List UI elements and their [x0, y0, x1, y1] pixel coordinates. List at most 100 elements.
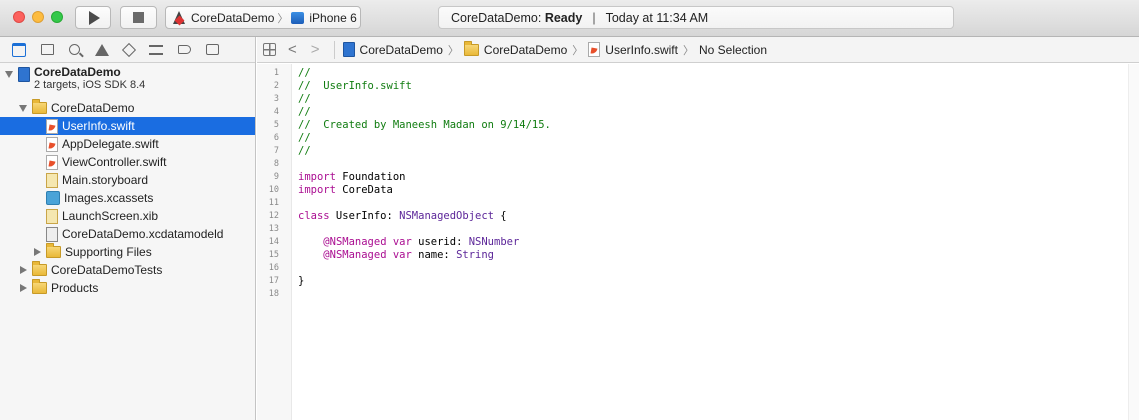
play-icon — [89, 10, 100, 25]
warning-icon[interactable] — [95, 43, 109, 56]
tree-item-label: Products — [51, 281, 99, 295]
jump-bar-divider — [333, 40, 335, 59]
disclosure-closed-icon[interactable] — [18, 283, 28, 293]
code-line[interactable]: // — [298, 106, 311, 119]
stop-icon — [133, 12, 144, 23]
breadcrumb-item[interactable]: CoreDataDemo — [463, 40, 567, 57]
code-line[interactable]: // — [298, 132, 311, 145]
breadcrumb-item[interactable]: UserInfo.swift — [588, 42, 678, 57]
device-name[interactable]: iPhone 6 — [309, 11, 356, 25]
code-token: { — [493, 210, 507, 222]
code-line[interactable]: // Created by Maneesh Madan on 9/14/15. — [298, 119, 551, 132]
breadcrumb-label: UserInfo.swift — [605, 42, 678, 57]
tree-item-label: UserInfo.swift — [62, 119, 135, 133]
zoom-window-button[interactable] — [51, 11, 63, 23]
code-line[interactable]: @NSManaged var name: String — [298, 249, 494, 262]
code-line[interactable]: @NSManaged var userid: NSNumber — [298, 236, 519, 249]
tree-item-label: LaunchScreen.xib — [62, 209, 159, 223]
line-number: 18 — [268, 289, 279, 299]
disclosure-open-icon[interactable] — [4, 69, 14, 79]
tree-item[interactable]: CoreDataDemo — [0, 99, 255, 117]
debug-icon[interactable] — [149, 44, 163, 55]
tree-item-label: CoreDataDemo — [51, 101, 135, 115]
code-token: // — [298, 106, 311, 118]
tree-items: CoreDataDemo UserInfo.swift AppDelegate.sw… — [0, 99, 255, 297]
minimize-window-button[interactable] — [32, 11, 44, 23]
folder-icon — [32, 261, 47, 276]
tree-item-label: CoreDataDemoTests — [51, 263, 163, 277]
tree-item[interactable]: Products — [0, 279, 255, 297]
related-items-icon[interactable] — [263, 43, 276, 56]
tree-item[interactable]: Images.xcassets — [0, 189, 255, 207]
code-token: var — [392, 249, 412, 261]
line-number: 1 — [273, 68, 279, 78]
tree-item[interactable]: ViewController.swift — [0, 153, 255, 171]
back-arrow-icon[interactable]: < — [288, 42, 297, 57]
close-window-button[interactable] — [13, 11, 25, 23]
swift-file-icon — [46, 136, 58, 152]
line-number: 14 — [268, 237, 279, 247]
code-token: NSNumber — [468, 236, 520, 248]
tree-item[interactable]: LaunchScreen.xib — [0, 207, 255, 225]
breakpoint-icon[interactable] — [178, 45, 191, 54]
file-tree: CoreDataDemo 2 targets, iOS SDK 8.4 Core… — [0, 63, 255, 297]
search-icon[interactable] — [69, 44, 80, 55]
tree-item-label: ViewController.swift — [62, 155, 167, 169]
run-button[interactable] — [75, 6, 111, 29]
breadcrumb-item[interactable]: No Selection — [699, 43, 767, 57]
disclosure-open-icon[interactable] — [18, 103, 28, 113]
tree-item-label: Supporting Files — [65, 245, 152, 259]
window-toolbar: CoreDataDemo 〉 iPhone 6 CoreDataDemo: Re… — [0, 0, 1139, 37]
line-number: 17 — [268, 276, 279, 286]
tree-item-label: Images.xcassets — [64, 191, 154, 205]
tree-item[interactable]: CoreDataDemoTests — [0, 261, 255, 279]
folder-icon[interactable] — [12, 42, 26, 57]
breadcrumb-item[interactable]: CoreDataDemo — [342, 42, 443, 57]
line-number: 10 — [268, 185, 279, 195]
chevron-right-icon: 〉 — [572, 44, 584, 57]
line-number: 5 — [273, 120, 279, 130]
swift-file-icon — [46, 118, 58, 134]
code-line[interactable]: // — [298, 145, 311, 158]
code-token: UserInfo: — [329, 210, 400, 222]
disclosure-closed-icon[interactable] — [32, 247, 42, 257]
forward-arrow-icon[interactable]: > — [311, 42, 320, 57]
tree-item[interactable]: Main.storyboard — [0, 171, 255, 189]
code-line[interactable]: import Foundation — [298, 171, 405, 184]
code-line[interactable]: // — [298, 93, 311, 106]
breadcrumb-label: CoreDataDemo — [359, 42, 443, 57]
code-token: class — [298, 210, 330, 222]
test-icon[interactable] — [121, 42, 137, 57]
code-line[interactable]: } — [298, 275, 304, 288]
xib-file-icon — [46, 208, 58, 224]
source-editor[interactable]: 1 2 3 4 5 6 7 8 9 10 11 12 13 14 15 16 17 18 //// UserInf… — [257, 64, 1139, 420]
code-token: import — [298, 184, 336, 196]
tree-item-label: CoreDataDemo.xcdatamodeld — [62, 227, 224, 241]
tree-item[interactable]: Supporting Files — [0, 243, 255, 261]
code-line[interactable]: class UserInfo: NSManagedObject { — [298, 210, 507, 223]
code-token: // — [298, 145, 311, 157]
line-number: 9 — [273, 172, 279, 182]
project-row[interactable]: CoreDataDemo 2 targets, iOS SDK 8.4 — [0, 63, 255, 99]
hierarchy-icon[interactable] — [41, 44, 54, 55]
code-line[interactable]: // UserInfo.swift — [298, 80, 412, 93]
tree-item[interactable]: CoreDataDemo.xcdatamodeld — [0, 225, 255, 243]
code-line[interactable]: import CoreData — [298, 184, 393, 197]
project-navigator: CoreDataDemo 2 targets, iOS SDK 8.4 Core… — [0, 37, 256, 420]
code-token: // — [298, 93, 311, 105]
tree-item[interactable]: UserInfo.swift — [0, 117, 255, 135]
code-line[interactable]: // — [298, 67, 311, 80]
scheme-selector[interactable]: CoreDataDemo 〉 iPhone 6 — [165, 6, 361, 29]
line-number: 16 — [268, 263, 279, 273]
chevron-right-icon: 〉 — [682, 44, 694, 57]
disclosure-closed-icon[interactable] — [18, 265, 28, 275]
code-token: name: — [411, 249, 457, 261]
chevron-right-icon: 〉 — [447, 44, 459, 57]
editor-scrollbar[interactable] — [1128, 64, 1139, 420]
swift-file-icon — [46, 154, 58, 170]
stop-button[interactable] — [120, 6, 157, 29]
tree-item[interactable]: AppDelegate.swift — [0, 135, 255, 153]
log-icon[interactable] — [206, 44, 219, 55]
